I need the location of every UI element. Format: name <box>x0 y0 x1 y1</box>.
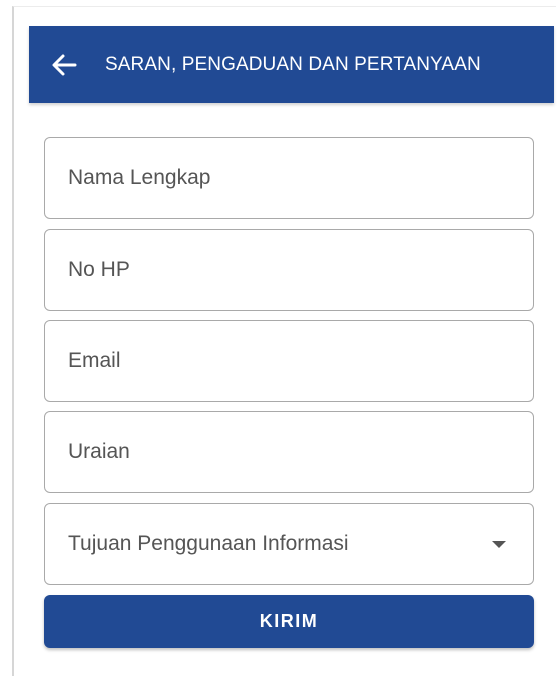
phone-input[interactable] <box>45 230 533 310</box>
dropdown-arrow-icon <box>492 540 506 548</box>
purpose-select-label: Tujuan Penggunaan Informasi <box>68 532 349 555</box>
email-input[interactable] <box>45 321 533 401</box>
description-input[interactable] <box>45 412 533 492</box>
full-name-input[interactable] <box>45 138 533 218</box>
full-name-field[interactable] <box>44 137 534 219</box>
app-bar: SARAN, PENGADUAN DAN PERTANYAAN <box>29 26 554 103</box>
submit-button[interactable]: KIRIM <box>44 595 534 648</box>
email-field[interactable] <box>44 320 534 402</box>
phone-field[interactable] <box>44 229 534 311</box>
arrow-left-icon <box>52 54 77 75</box>
page-title: SARAN, PENGADUAN DAN PERTANYAAN <box>105 53 481 75</box>
back-button[interactable] <box>45 46 83 84</box>
description-field[interactable] <box>44 411 534 493</box>
purpose-select[interactable]: Tujuan Penggunaan Informasi <box>44 503 534 585</box>
